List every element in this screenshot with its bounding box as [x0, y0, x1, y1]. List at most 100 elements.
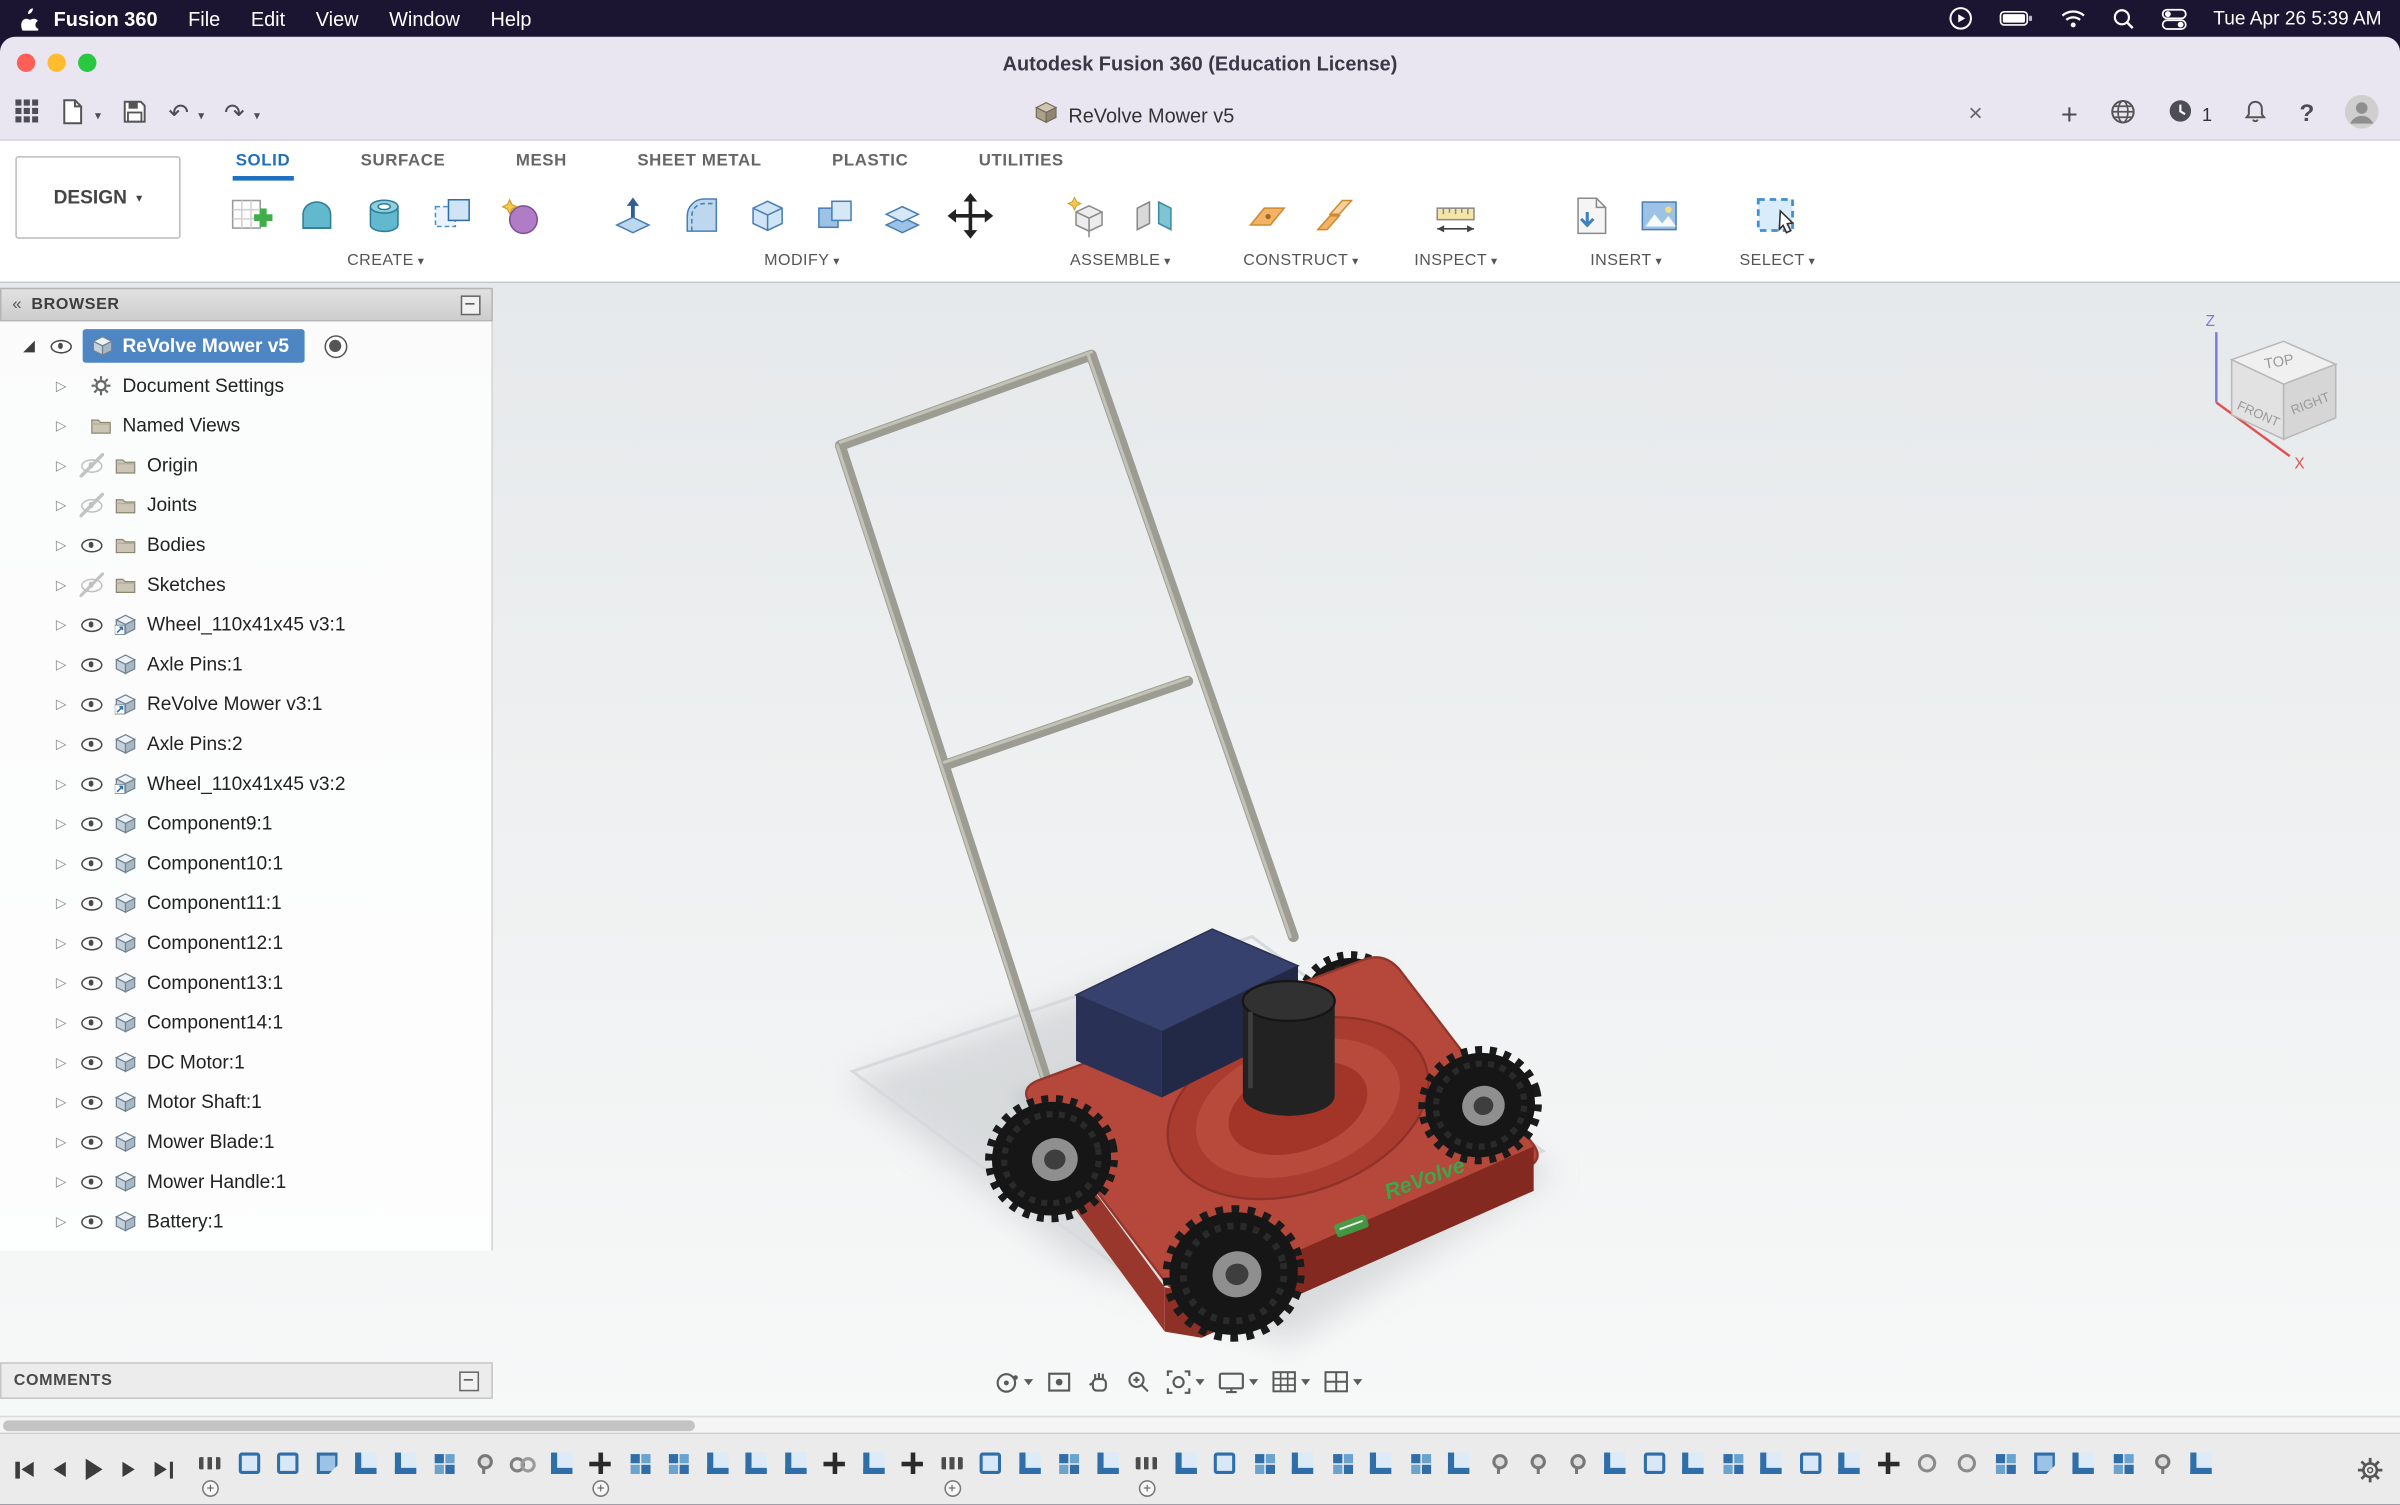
close-document-tab-button[interactable]: × [1968, 89, 1982, 141]
disclosure-triangle-icon[interactable] [52, 1213, 70, 1230]
timeline-group-expand-icon[interactable] [202, 1480, 219, 1497]
timeline-feature-icon[interactable] [1603, 1451, 1627, 1475]
browser-tree-item[interactable]: Joints [0, 485, 491, 525]
timeline-feature-icon[interactable] [1876, 1451, 1900, 1475]
inspect-group-dropdown[interactable]: INSPECT [1414, 251, 1497, 269]
timeline-feature-icon[interactable] [1524, 1451, 1548, 1475]
timeline-step-forward-button[interactable] [122, 1453, 134, 1487]
timeline-skip-start-button[interactable] [15, 1453, 33, 1487]
timeline-feature-icon[interactable] [1329, 1451, 1353, 1475]
timeline-scrollbar-thumb[interactable] [3, 1420, 695, 1431]
disclosure-triangle-icon[interactable] [52, 934, 70, 951]
window-zoom-button[interactable] [78, 54, 96, 72]
disclosure-triangle-icon[interactable] [52, 1094, 70, 1111]
disclosure-triangle-icon[interactable] [52, 696, 70, 713]
node-label[interactable]: Bodies [147, 534, 206, 555]
node-label[interactable]: ReVolve Mower v3:1 [147, 693, 322, 714]
disclosure-triangle-icon[interactable] [52, 775, 70, 792]
node-label[interactable]: Mower Blade:1 [147, 1131, 275, 1152]
timeline-feature-icon[interactable] [2071, 1451, 2095, 1475]
timeline-feature-icon[interactable] [2149, 1451, 2173, 1475]
browser-tree-item[interactable]: Wheel_110x41x45 v3:2 [0, 764, 491, 804]
timeline-feature-icon[interactable] [1134, 1451, 1158, 1475]
disclosure-triangle-icon[interactable] [52, 497, 70, 514]
disclosure-triangle-icon[interactable] [52, 377, 70, 394]
timeline-feature-icon[interactable] [2188, 1451, 2212, 1475]
display-settings-button[interactable] [1217, 1368, 1258, 1396]
disclosure-triangle-icon[interactable] [52, 576, 70, 593]
workspace-selector[interactable]: DESIGN▾ [15, 156, 180, 239]
job-status-clock-icon[interactable] [2167, 98, 2193, 132]
visibility-eye-icon[interactable] [49, 334, 73, 358]
timeline-play-button[interactable] [86, 1453, 103, 1487]
move-copy-button[interactable] [937, 181, 1004, 248]
redo-button[interactable]: ↷ [224, 103, 245, 127]
browser-tree-item[interactable]: Document Settings [0, 366, 491, 406]
timeline-feature-icon[interactable] [549, 1451, 573, 1475]
timeline-feature-icon[interactable] [978, 1451, 1002, 1475]
viewports-caret-icon[interactable] [1353, 1379, 1362, 1385]
menubar-item[interactable]: Help [475, 7, 547, 30]
timeline-feature-icon[interactable] [627, 1451, 651, 1475]
timeline-feature-icon[interactable] [1720, 1451, 1744, 1475]
timeline-feature-icon[interactable] [1759, 1451, 1783, 1475]
fillet-button[interactable] [667, 181, 734, 248]
create-sketch-button[interactable] [217, 181, 284, 248]
timeline-feature-icon[interactable] [276, 1451, 300, 1475]
node-label[interactable]: Battery:1 [147, 1211, 224, 1232]
disclosure-triangle-icon[interactable] [52, 1173, 70, 1190]
disclosure-triangle-icon[interactable] [52, 536, 70, 553]
node-label[interactable]: Sketches [147, 574, 226, 595]
timeline-step-back-button[interactable] [54, 1453, 66, 1487]
select-group-dropdown[interactable]: SELECT [1739, 251, 1815, 269]
timeline-group-expand-icon[interactable] [1139, 1480, 1156, 1497]
visibility-eye-icon[interactable] [80, 493, 104, 517]
timeline-feature-icon[interactable] [1251, 1451, 1275, 1475]
new-component-button[interactable] [1053, 181, 1120, 248]
visibility-eye-icon[interactable] [80, 1209, 104, 1233]
browser-tree-item[interactable]: Component13:1 [0, 963, 491, 1003]
visibility-eye-icon[interactable] [80, 453, 104, 477]
insert-canvas-button[interactable] [1626, 181, 1693, 248]
timeline-feature-icon[interactable] [1212, 1451, 1236, 1475]
disclosure-triangle-icon[interactable] [52, 656, 70, 673]
timeline-feature-icon[interactable] [1837, 1451, 1861, 1475]
ribbon-tab[interactable]: PLASTIC [829, 143, 911, 177]
select-tool-button[interactable] [1744, 181, 1811, 248]
node-label[interactable]: Component14:1 [147, 1012, 283, 1033]
disclosure-triangle-icon[interactable] [52, 815, 70, 832]
window-close-button[interactable] [17, 54, 35, 72]
timeline-feature-icon[interactable] [1368, 1451, 1392, 1475]
menubar-item[interactable]: View [300, 7, 373, 30]
save-button[interactable] [121, 97, 149, 132]
disclosure-triangle-icon[interactable] [52, 855, 70, 872]
timeline-feature-icon[interactable] [354, 1451, 378, 1475]
screen-record-icon[interactable] [1948, 6, 1972, 30]
fit-view-button[interactable] [1165, 1368, 1205, 1396]
visibility-eye-icon[interactable] [80, 851, 104, 875]
help-button[interactable]: ? [2299, 103, 2314, 127]
browser-tree-item[interactable]: Sketches [0, 565, 491, 605]
extrude-button[interactable] [285, 181, 352, 248]
browser-tree-item[interactable]: Component14:1 [0, 1003, 491, 1043]
ribbon-tab[interactable]: SOLID [233, 143, 294, 177]
apple-menu-icon[interactable] [18, 6, 38, 30]
hole-button[interactable] [352, 181, 419, 248]
pattern-button[interactable] [419, 181, 486, 248]
timeline-feature-icon[interactable] [432, 1451, 456, 1475]
timeline-feature-icon[interactable] [510, 1451, 534, 1475]
ribbon-tab[interactable]: SURFACE [358, 143, 449, 177]
node-label[interactable]: Component10:1 [147, 853, 283, 874]
visibility-eye-icon[interactable] [80, 732, 104, 756]
disclosure-triangle-icon[interactable] [52, 616, 70, 633]
timeline-settings-gear-icon[interactable] [2356, 1455, 2385, 1484]
offset-face-button[interactable] [869, 181, 936, 248]
shell-button[interactable] [735, 181, 802, 248]
disclosure-triangle-icon[interactable] [52, 974, 70, 991]
new-document-tab-button[interactable]: + [2061, 100, 2078, 129]
browser-tree-item[interactable]: Component12:1 [0, 923, 491, 963]
pan-tool-button[interactable] [1085, 1368, 1113, 1396]
node-label[interactable]: Document Settings [122, 375, 284, 396]
document-tab[interactable]: ReVolve Mower v5 [1035, 89, 1235, 141]
timeline-feature-icon[interactable] [900, 1451, 924, 1475]
